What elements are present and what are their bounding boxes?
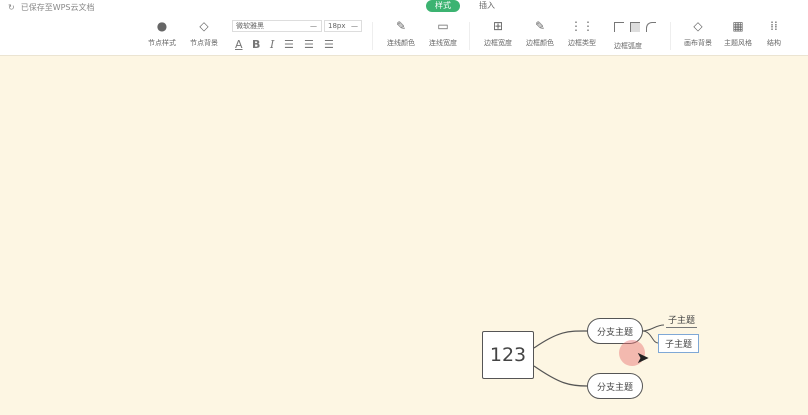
connector-line — [533, 365, 588, 387]
subtopic[interactable]: 子主题 — [666, 313, 698, 328]
branch-topic[interactable]: 分支主题 — [587, 373, 643, 399]
subtopic-selected[interactable]: 子主题 — [658, 334, 700, 353]
connector-line — [533, 330, 588, 349]
connector-line — [641, 330, 659, 344]
root-topic[interactable]: 123 — [482, 331, 534, 379]
mouse-pointer-icon: ➤ — [636, 348, 650, 367]
connector-line — [641, 324, 665, 332]
